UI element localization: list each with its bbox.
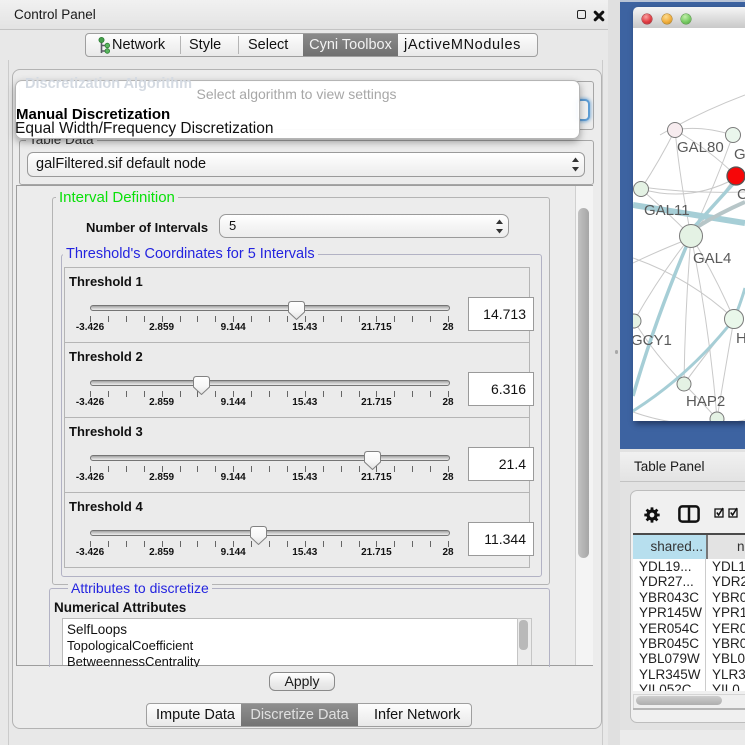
svg-text:H: H xyxy=(736,330,745,347)
svg-text:HAP2: HAP2 xyxy=(686,393,725,410)
svg-text:GAL80: GAL80 xyxy=(677,139,724,156)
svg-text:GAL11: GAL11 xyxy=(644,202,690,219)
svg-text:GAL4: GAL4 xyxy=(693,250,731,267)
svg-text:G.: G. xyxy=(734,146,745,163)
svg-text:GCY1: GCY1 xyxy=(633,332,672,349)
svg-text:C: C xyxy=(737,186,745,203)
